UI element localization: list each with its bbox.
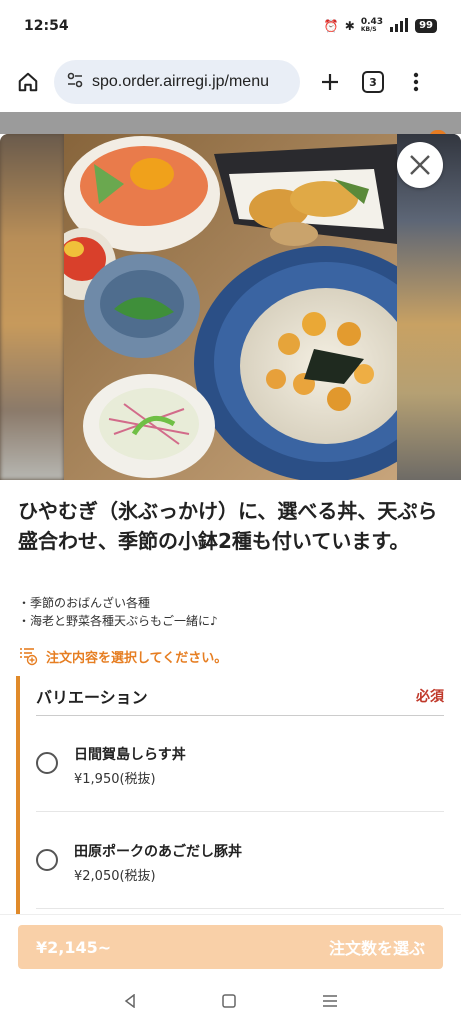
bluetooth-icon: ✱ bbox=[344, 19, 355, 33]
back-icon[interactable] bbox=[123, 993, 137, 1012]
tab-switcher-button[interactable]: 3 bbox=[362, 71, 384, 93]
option-price: ¥2,050(税抜) bbox=[74, 869, 156, 884]
item-title: ひやむぎ（氷ぶっかけ）に、選べる丼、天ぷら盛合わせ、季節の小鉢2種も付いています… bbox=[18, 499, 438, 553]
signal-icon bbox=[389, 17, 409, 35]
recents-icon[interactable] bbox=[322, 993, 338, 1012]
variation-header: バリエーション 必須 bbox=[36, 676, 444, 716]
option-name: 日間賀島しらす丼 bbox=[74, 747, 186, 763]
variation-title: バリエーション bbox=[36, 687, 148, 707]
status-time: 12:54 bbox=[24, 18, 69, 34]
list-add-icon bbox=[20, 648, 38, 666]
alarm-icon: ⏰ bbox=[323, 19, 339, 33]
site-settings-icon[interactable] bbox=[66, 71, 84, 93]
option-name: 田原ポークのあごだし豚丼 bbox=[74, 844, 242, 860]
note-line: ・季節のおばんざい各種 bbox=[18, 596, 151, 610]
item-notes: ・季節のおばんざい各種 ・海老と野菜各種天ぷらもご一緒に♪ bbox=[18, 594, 218, 630]
close-modal-button[interactable] bbox=[397, 142, 443, 188]
modal-backdrop[interactable] bbox=[0, 112, 461, 138]
radio-button[interactable] bbox=[36, 752, 58, 774]
home-icon[interactable] bbox=[14, 68, 42, 96]
note-line: ・海老と野菜各種天ぷらもご一緒に♪ bbox=[18, 614, 218, 628]
home-nav-icon[interactable] bbox=[222, 993, 237, 1012]
select-quantity-button[interactable]: ¥2,145~ 注文数を選ぶ bbox=[18, 925, 443, 969]
variation-section: バリエーション 必須 日間賀島しらす丼 ¥1,950(税抜) 田原ポークのあごだ… bbox=[16, 676, 444, 916]
url-bar[interactable]: spo.order.airregi.jp/menu bbox=[54, 60, 300, 104]
new-tab-button[interactable] bbox=[316, 68, 344, 96]
status-icons: ⏰ ✱ 0.43 KB/S 99 bbox=[323, 17, 437, 35]
url-text: spo.order.airregi.jp/menu bbox=[92, 73, 269, 90]
select-quantity-label: 注文数を選ぶ bbox=[328, 939, 425, 958]
total-price: ¥2,145~ bbox=[36, 937, 112, 957]
order-instruction: 注文内容を選択してください。 bbox=[18, 646, 227, 666]
item-image bbox=[0, 134, 461, 480]
browser-toolbar: spo.order.airregi.jp/menu 3 bbox=[0, 52, 461, 112]
required-badge: 必須 bbox=[416, 688, 444, 705]
status-bar: 12:54 ⏰ ✱ 0.43 KB/S 99 bbox=[0, 0, 461, 52]
radio-button[interactable] bbox=[36, 849, 58, 871]
more-menu-icon[interactable] bbox=[402, 68, 430, 96]
option-price: ¥1,950(税抜) bbox=[74, 772, 156, 787]
close-icon bbox=[410, 155, 430, 175]
food-photo bbox=[64, 134, 397, 480]
variation-option[interactable]: 田原ポークのあごだし豚丼 ¥2,050(税抜) bbox=[36, 813, 444, 909]
order-footer: ¥2,145~ 注文数を選ぶ bbox=[0, 914, 461, 980]
instruction-text: 注文内容を選択してください。 bbox=[46, 650, 228, 666]
system-nav-bar bbox=[0, 980, 461, 1024]
variation-option[interactable]: 日間賀島しらす丼 ¥1,950(税抜) bbox=[36, 716, 444, 812]
network-speed: 0.43 KB/S bbox=[360, 17, 384, 34]
battery-icon: 99 bbox=[415, 19, 437, 33]
image-blur-left bbox=[0, 134, 64, 480]
